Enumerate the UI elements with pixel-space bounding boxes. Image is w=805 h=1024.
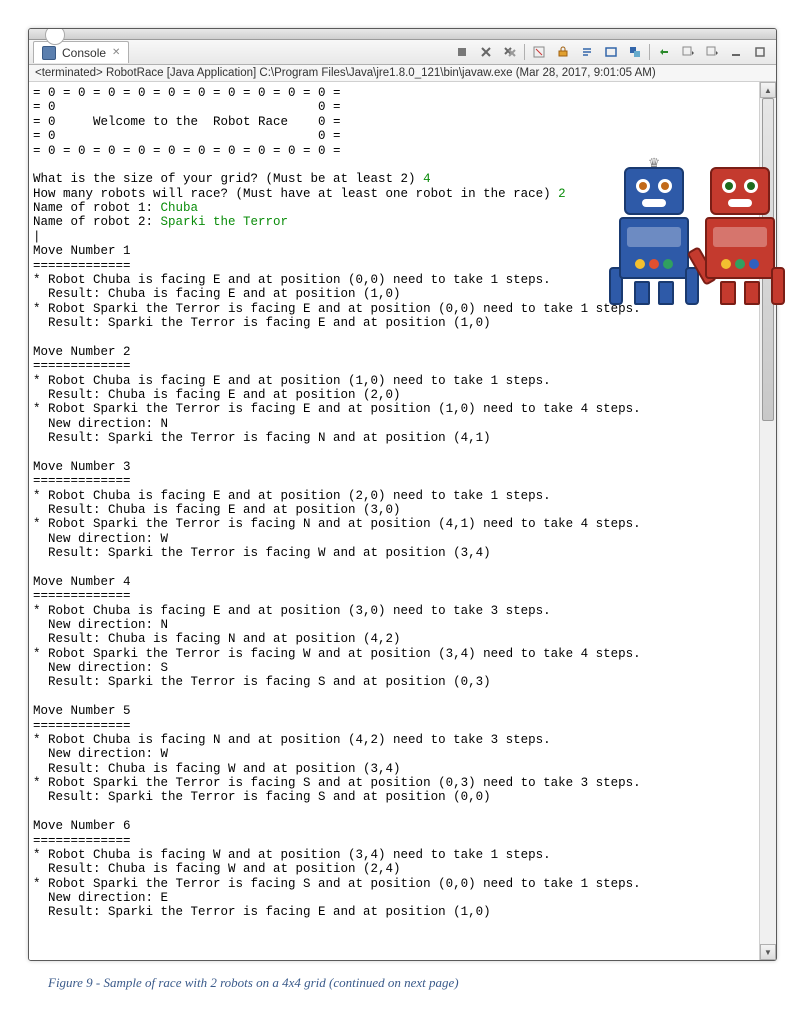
scroll-lock-button[interactable] [552, 42, 574, 62]
terminate-button[interactable] [451, 42, 473, 62]
console-dropdown-2[interactable] [701, 42, 723, 62]
pin-console-button[interactable] [600, 42, 622, 62]
figure-caption: Figure 9 - Sample of race with 2 robots … [28, 975, 777, 991]
tab-close-icon[interactable]: ✕ [112, 47, 120, 58]
console-toolbar: Console ✕ [29, 40, 776, 65]
robot-illustration: ♛ [607, 125, 787, 310]
clear-console-button[interactable] [528, 42, 550, 62]
scroll-up-button[interactable]: ▲ [760, 82, 776, 98]
robot-blue: ♛ [614, 167, 694, 310]
process-status-line: <terminated> RobotRace [Java Application… [29, 65, 776, 82]
console-tab-label: Console [62, 46, 106, 60]
robot-red [700, 167, 780, 310]
remove-all-button[interactable] [499, 42, 521, 62]
window-titlebar [29, 29, 776, 40]
remove-launch-button[interactable] [475, 42, 497, 62]
console-tab[interactable]: Console ✕ [33, 41, 129, 63]
console-icon [42, 46, 56, 60]
maximize-button[interactable] [749, 42, 771, 62]
open-console-button[interactable] [653, 42, 675, 62]
scroll-down-button[interactable]: ▼ [760, 944, 776, 960]
display-selected-button[interactable] [624, 42, 646, 62]
word-wrap-button[interactable] [576, 42, 598, 62]
console-dropdown-1[interactable] [677, 42, 699, 62]
minimize-button[interactable] [725, 42, 747, 62]
